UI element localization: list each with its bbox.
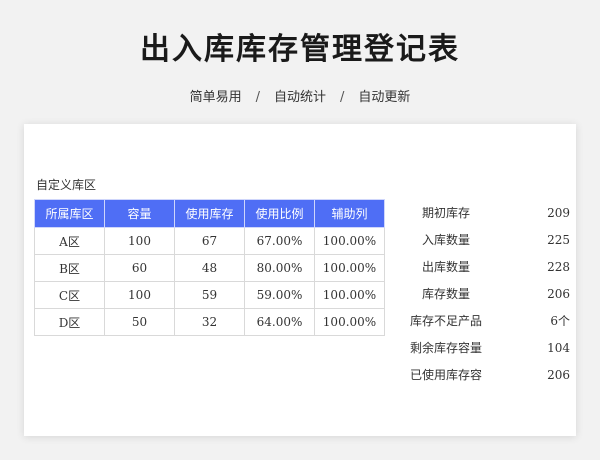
table-header-row: 所属库区 容量 使用库存 使用比例 辅助列 <box>34 199 385 228</box>
table-cell[interactable]: 48 <box>174 254 245 282</box>
stat-value[interactable]: 228 <box>547 258 570 276</box>
table-cell[interactable]: 59.00% <box>244 281 315 309</box>
stat-inbound-qty: 入库数量 225 <box>390 231 570 258</box>
table-cell[interactable]: 67.00% <box>244 227 315 255</box>
table-cell[interactable]: 100.00% <box>314 254 385 282</box>
stat-used-capacity: 已使用库存容 206 <box>390 366 570 393</box>
stat-stock-qty: 库存数量 206 <box>390 285 570 312</box>
table-row: A区 100 67 67.00% 100.00% <box>34 227 385 255</box>
table-cell[interactable]: 100.00% <box>314 308 385 336</box>
tag-easy: 简单易用 <box>189 90 242 105</box>
table-cell[interactable]: 67 <box>174 227 245 255</box>
table-cell[interactable]: 32 <box>174 308 245 336</box>
table-row: B区 60 48 80.00% 100.00% <box>34 254 385 282</box>
column-header-capacity[interactable]: 容量 <box>104 199 175 228</box>
table-cell[interactable]: 100.00% <box>314 281 385 309</box>
stat-label[interactable]: 剩余库存容量 <box>390 339 502 357</box>
stat-label[interactable]: 已使用库存容 <box>390 366 502 384</box>
stat-opening-stock: 期初库存 209 <box>390 204 570 231</box>
table-cell[interactable]: 100 <box>104 227 175 255</box>
stat-value[interactable]: 104 <box>547 339 570 357</box>
column-header-usage-ratio[interactable]: 使用比例 <box>244 199 315 228</box>
stat-outbound-qty: 出库数量 228 <box>390 258 570 285</box>
table-row: D区 50 32 64.00% 100.00% <box>34 308 385 336</box>
table-cell[interactable]: 50 <box>104 308 175 336</box>
stat-label[interactable]: 出库数量 <box>390 258 502 276</box>
table-cell[interactable]: 100.00% <box>314 227 385 255</box>
stat-value[interactable]: 225 <box>547 231 570 249</box>
tag-auto-update: 自动更新 <box>358 90 411 105</box>
stat-label[interactable]: 库存不足产品 <box>390 312 502 330</box>
stat-low-stock-products: 库存不足产品 6个 <box>390 312 570 339</box>
stat-value[interactable]: 6个 <box>550 312 570 330</box>
tag-separator: / <box>340 90 345 105</box>
column-header-helper[interactable]: 辅助列 <box>314 199 385 228</box>
table-cell[interactable]: B区 <box>34 254 105 282</box>
table-cell[interactable]: 80.00% <box>244 254 315 282</box>
table-cell[interactable]: D区 <box>34 308 105 336</box>
tag-auto-stats: 自动统计 <box>273 90 326 105</box>
stat-value[interactable]: 209 <box>547 204 570 222</box>
table-cell[interactable]: C区 <box>34 281 105 309</box>
table-cell[interactable]: 60 <box>104 254 175 282</box>
table-cell[interactable]: 100 <box>104 281 175 309</box>
storage-zone-table: 所属库区 容量 使用库存 使用比例 辅助列 A区 100 67 67.00% 1… <box>34 199 385 336</box>
table-row: C区 100 59 59.00% 100.00% <box>34 281 385 309</box>
table-cell[interactable]: 59 <box>174 281 245 309</box>
stat-value[interactable]: 206 <box>547 285 570 303</box>
region-label[interactable]: 自定义库区 <box>36 176 96 193</box>
stat-label[interactable]: 库存数量 <box>390 285 502 303</box>
table-cell[interactable]: 64.00% <box>244 308 315 336</box>
column-header-zone[interactable]: 所属库区 <box>34 199 105 228</box>
table-cell[interactable]: A区 <box>34 227 105 255</box>
stat-label[interactable]: 入库数量 <box>390 231 502 249</box>
page-title: 出入库库存管理登记表 <box>140 32 460 67</box>
feature-tags: 简单易用 / 自动统计 / 自动更新 <box>0 86 600 105</box>
column-header-used-stock[interactable]: 使用库存 <box>174 199 245 228</box>
stock-summary: 期初库存 209 入库数量 225 出库数量 228 库存数量 206 库存不足… <box>390 204 570 393</box>
stat-remaining-capacity: 剩余库存容量 104 <box>390 339 570 366</box>
spreadsheet-sheet: 自定义库区 所属库区 容量 使用库存 使用比例 辅助列 A区 100 67 67… <box>24 124 576 436</box>
stat-value[interactable]: 206 <box>547 366 570 384</box>
stat-label[interactable]: 期初库存 <box>390 204 502 222</box>
tag-separator: / <box>255 90 260 105</box>
